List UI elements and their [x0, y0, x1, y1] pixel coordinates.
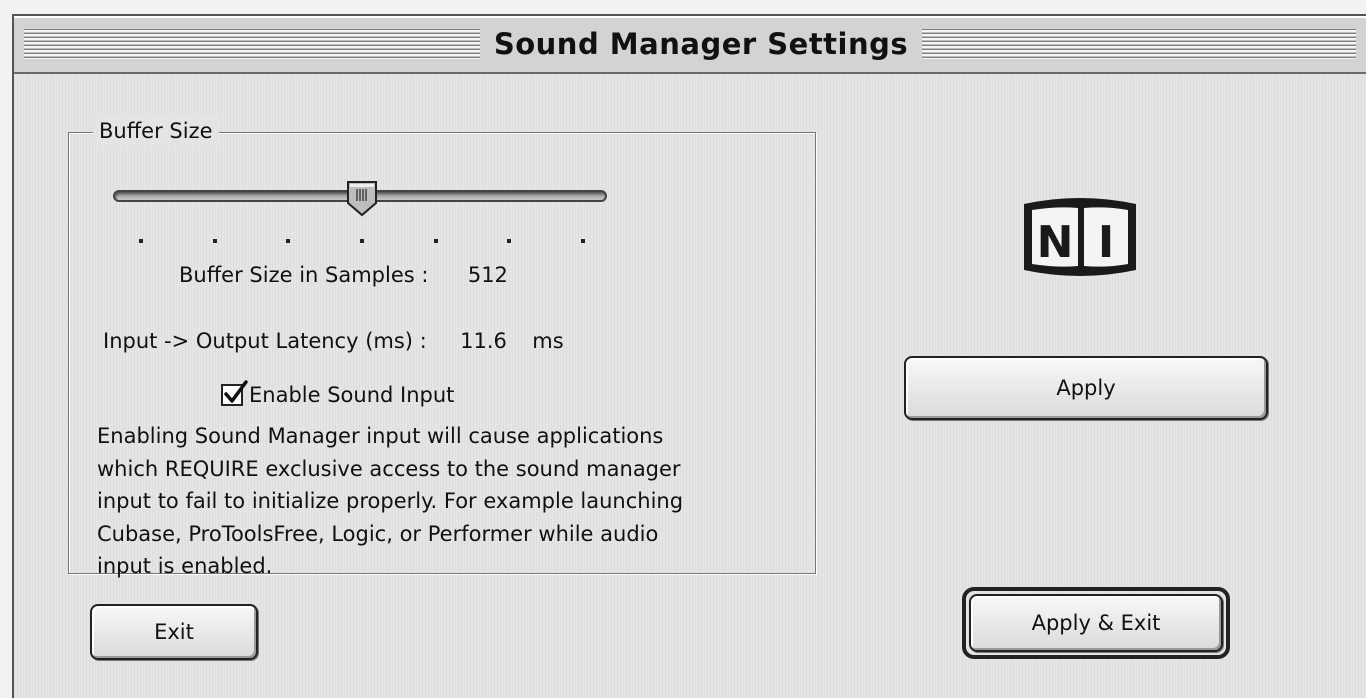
exit-button[interactable]: Exit: [90, 604, 258, 660]
title-bar[interactable]: Sound Manager Settings: [14, 16, 1366, 74]
warning-line: Enabling Sound Manager input will cause …: [97, 424, 664, 448]
warning-line: input is enabled.: [97, 554, 273, 578]
native-instruments-logo: N I: [1020, 196, 1140, 278]
apply-exit-button[interactable]: Apply & Exit: [969, 594, 1223, 652]
logo-letter-n: N: [1037, 217, 1074, 268]
logo-letter-i: I: [1098, 217, 1114, 268]
slider-tick-mark: [507, 239, 512, 243]
slider-tick-mark: [360, 239, 364, 243]
enable-sound-input-checkbox[interactable]: [221, 380, 248, 406]
buffer-size-samples-value: 512: [467, 263, 508, 287]
window-title: Sound Manager Settings: [480, 24, 922, 64]
enable-sound-input-label[interactable]: Enable Sound Input: [249, 383, 454, 407]
slider-tick-mark: [212, 239, 217, 243]
latency-label: Input -> Output Latency (ms) :: [103, 329, 427, 353]
sound-input-warning: Enabling Sound Manager input will cause …: [97, 420, 797, 583]
warning-line: input to fail to initialize properly. Fo…: [97, 489, 684, 513]
enable-sound-input-row[interactable]: Enable Sound Input: [221, 380, 454, 410]
slider-thumb[interactable]: [345, 179, 379, 217]
buffer-size-slider[interactable]: [111, 177, 611, 257]
slider-tick-mark: [581, 239, 585, 243]
apply-button[interactable]: Apply: [904, 356, 1268, 420]
sound-manager-settings-window: Sound Manager Settings Buffer Size Buffe…: [12, 14, 1366, 698]
latency-value: 11.6: [460, 329, 507, 353]
checkmark-icon: [224, 380, 248, 403]
latency-unit: ms: [532, 329, 564, 353]
buffer-size-samples-label: Buffer Size in Samples :: [179, 263, 429, 287]
warning-line: Cubase, ProToolsFree, Logic, or Performe…: [97, 521, 659, 546]
slider-tick-mark: [139, 239, 143, 243]
warning-line: which REQUIRE exclusive access to the so…: [97, 456, 681, 481]
buffer-size-group-label: Buffer Size: [93, 116, 219, 146]
slider-tick-mark: [433, 239, 438, 243]
slider-tick-mark: [286, 239, 291, 243]
buffer-size-group: Buffer Size Buffer Size in Samples : 512…: [68, 116, 816, 578]
